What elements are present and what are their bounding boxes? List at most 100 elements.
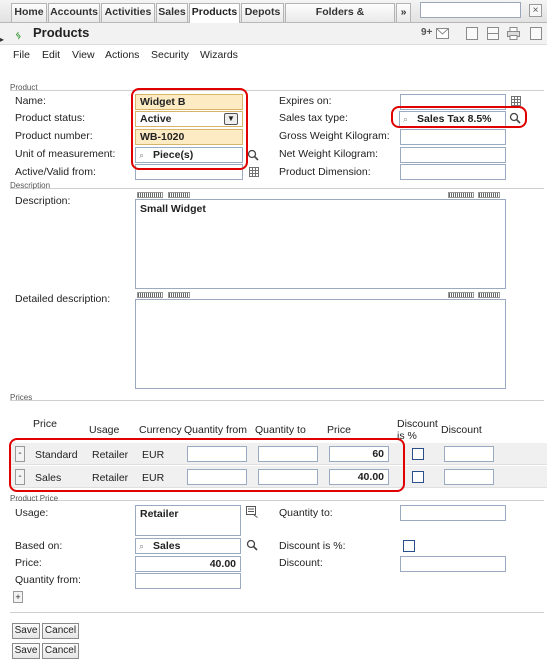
- tabs-more-button[interactable]: »: [396, 3, 411, 22]
- quantity-to-field[interactable]: [400, 505, 506, 521]
- column-quantity-to: Quantity to: [255, 424, 306, 436]
- unit-of-measurement-label: Unit of measurement:: [15, 148, 116, 160]
- cancel-button[interactable]: Cancel: [42, 623, 79, 639]
- description-label: Description:: [15, 195, 71, 207]
- column-discount: Discount: [441, 424, 482, 436]
- discount-is-percent-label: Discount is %:: [279, 540, 346, 552]
- discount-is-percent-checkbox[interactable]: [403, 540, 415, 552]
- save-button[interactable]: Save: [12, 623, 40, 639]
- product-number-label: Product number:: [15, 130, 93, 142]
- discount-is-percent-checkbox[interactable]: [412, 448, 424, 460]
- print-icon[interactable]: [507, 27, 520, 40]
- expires-on-label: Expires on:: [279, 95, 332, 107]
- text-toolbar[interactable]: [168, 292, 190, 298]
- product-status-label: Product status:: [15, 112, 86, 124]
- save-button[interactable]: Save: [12, 643, 40, 659]
- lookup-icon: ⌕: [139, 541, 145, 551]
- quantity-from-field[interactable]: [135, 573, 241, 589]
- discount-field[interactable]: [400, 556, 506, 572]
- discount-input[interactable]: [444, 469, 494, 485]
- section-divider: [10, 90, 544, 91]
- discount-input[interactable]: [444, 446, 494, 462]
- description-textarea[interactable]: Small Widget: [135, 199, 506, 289]
- close-icon[interactable]: ×: [529, 4, 542, 17]
- sidebar-expand-icon[interactable]: ▸: [0, 35, 6, 44]
- section-description-heading: Description: [10, 181, 51, 190]
- discount-label: Discount:: [279, 557, 323, 569]
- active-valid-from-label: Active/Valid from:: [15, 166, 96, 178]
- menu-security[interactable]: Security: [151, 49, 189, 61]
- products-icon: ᛃ: [15, 29, 22, 42]
- section-divider: [10, 400, 544, 401]
- detailed-description-label: Detailed description:: [15, 293, 111, 305]
- highlight-box: [131, 88, 248, 170]
- split-window-icon[interactable]: [487, 27, 499, 40]
- net-weight-label: Net Weight Kilogram:: [279, 148, 379, 160]
- text-toolbar[interactable]: [168, 192, 190, 198]
- gross-weight-label: Gross Weight Kilogram:: [279, 130, 390, 142]
- menu-file[interactable]: File: [13, 49, 30, 61]
- usage-field[interactable]: Retailer: [135, 505, 241, 536]
- text-toolbar[interactable]: [448, 292, 474, 298]
- discount-is-percent-checkbox[interactable]: [412, 471, 424, 483]
- tab-activities[interactable]: Activities: [101, 3, 155, 22]
- maximize-window-icon[interactable]: [530, 27, 542, 40]
- quantity-from-label: Quantity from:: [15, 574, 81, 586]
- tab-depots[interactable]: Depots: [241, 3, 284, 22]
- section-divider: [10, 188, 544, 189]
- tab-accounts[interactable]: Accounts: [48, 3, 100, 22]
- cancel-button[interactable]: Cancel: [42, 643, 79, 659]
- sales-tax-type-label: Sales tax type:: [279, 112, 348, 124]
- text-toolbar[interactable]: [478, 192, 500, 198]
- section-divider: [10, 612, 544, 613]
- minimize-window-icon[interactable]: [466, 27, 478, 40]
- page-title: Products: [33, 25, 90, 40]
- section-prices-heading: Prices: [10, 393, 33, 402]
- quantity-to-label: Quantity to:: [279, 507, 333, 519]
- column-usage: Usage: [89, 424, 120, 436]
- menu-edit[interactable]: Edit: [42, 49, 60, 61]
- text-toolbar[interactable]: [448, 192, 474, 198]
- column-quantity-from: Quantity from: [184, 424, 248, 436]
- product-dimension-field[interactable]: [400, 164, 506, 180]
- highlight-box: [9, 438, 405, 492]
- highlight-box: [391, 106, 527, 128]
- add-row-button[interactable]: +: [13, 591, 23, 603]
- usage-label: Usage:: [15, 507, 49, 519]
- based-on-field[interactable]: ⌕ Sales: [135, 538, 241, 554]
- mail-icon[interactable]: [436, 28, 449, 39]
- text-toolbar[interactable]: [137, 292, 163, 298]
- net-weight-field[interactable]: [400, 147, 506, 163]
- menu-view[interactable]: View: [72, 49, 95, 61]
- text-toolbar[interactable]: [137, 192, 163, 198]
- tab-folders-documents[interactable]: Folders & Documents: [285, 3, 395, 35]
- based-on-label: Based on:: [15, 540, 63, 552]
- section-product-heading: Product: [10, 83, 38, 92]
- tab-bar: Home Accounts Activities Sales Products …: [0, 0, 547, 35]
- detailed-description-textarea[interactable]: [135, 299, 506, 389]
- column-price-level: Price Level: [33, 418, 57, 430]
- tab-sales[interactable]: Sales: [156, 3, 188, 22]
- menu-actions[interactable]: Actions: [105, 49, 139, 61]
- search-icon[interactable]: [247, 149, 259, 161]
- notification-count: 9+: [421, 27, 433, 38]
- tab-search-input[interactable]: [420, 2, 521, 18]
- calendar-icon[interactable]: [249, 167, 259, 177]
- menu-wizards[interactable]: Wizards: [200, 49, 238, 61]
- price-label: Price:: [15, 557, 42, 569]
- window-titlebar: ᛃ Products 9+: [0, 23, 547, 45]
- edit-list-icon[interactable]: [246, 506, 258, 518]
- price-field[interactable]: 40.00: [135, 556, 241, 572]
- column-discount-is-percent: Discount is %: [397, 418, 438, 442]
- text-toolbar[interactable]: [478, 292, 500, 298]
- calendar-icon[interactable]: [511, 96, 521, 106]
- section-divider: [10, 500, 544, 501]
- section-product-price-heading: Product Price: [10, 494, 59, 503]
- tab-products[interactable]: Products: [189, 3, 240, 23]
- gross-weight-field[interactable]: [400, 129, 506, 145]
- column-currency: Currency: [139, 424, 182, 436]
- name-label: Name:: [15, 95, 46, 107]
- tab-home[interactable]: Home: [11, 3, 47, 22]
- search-icon[interactable]: [246, 539, 258, 551]
- column-price: Price: [327, 424, 351, 436]
